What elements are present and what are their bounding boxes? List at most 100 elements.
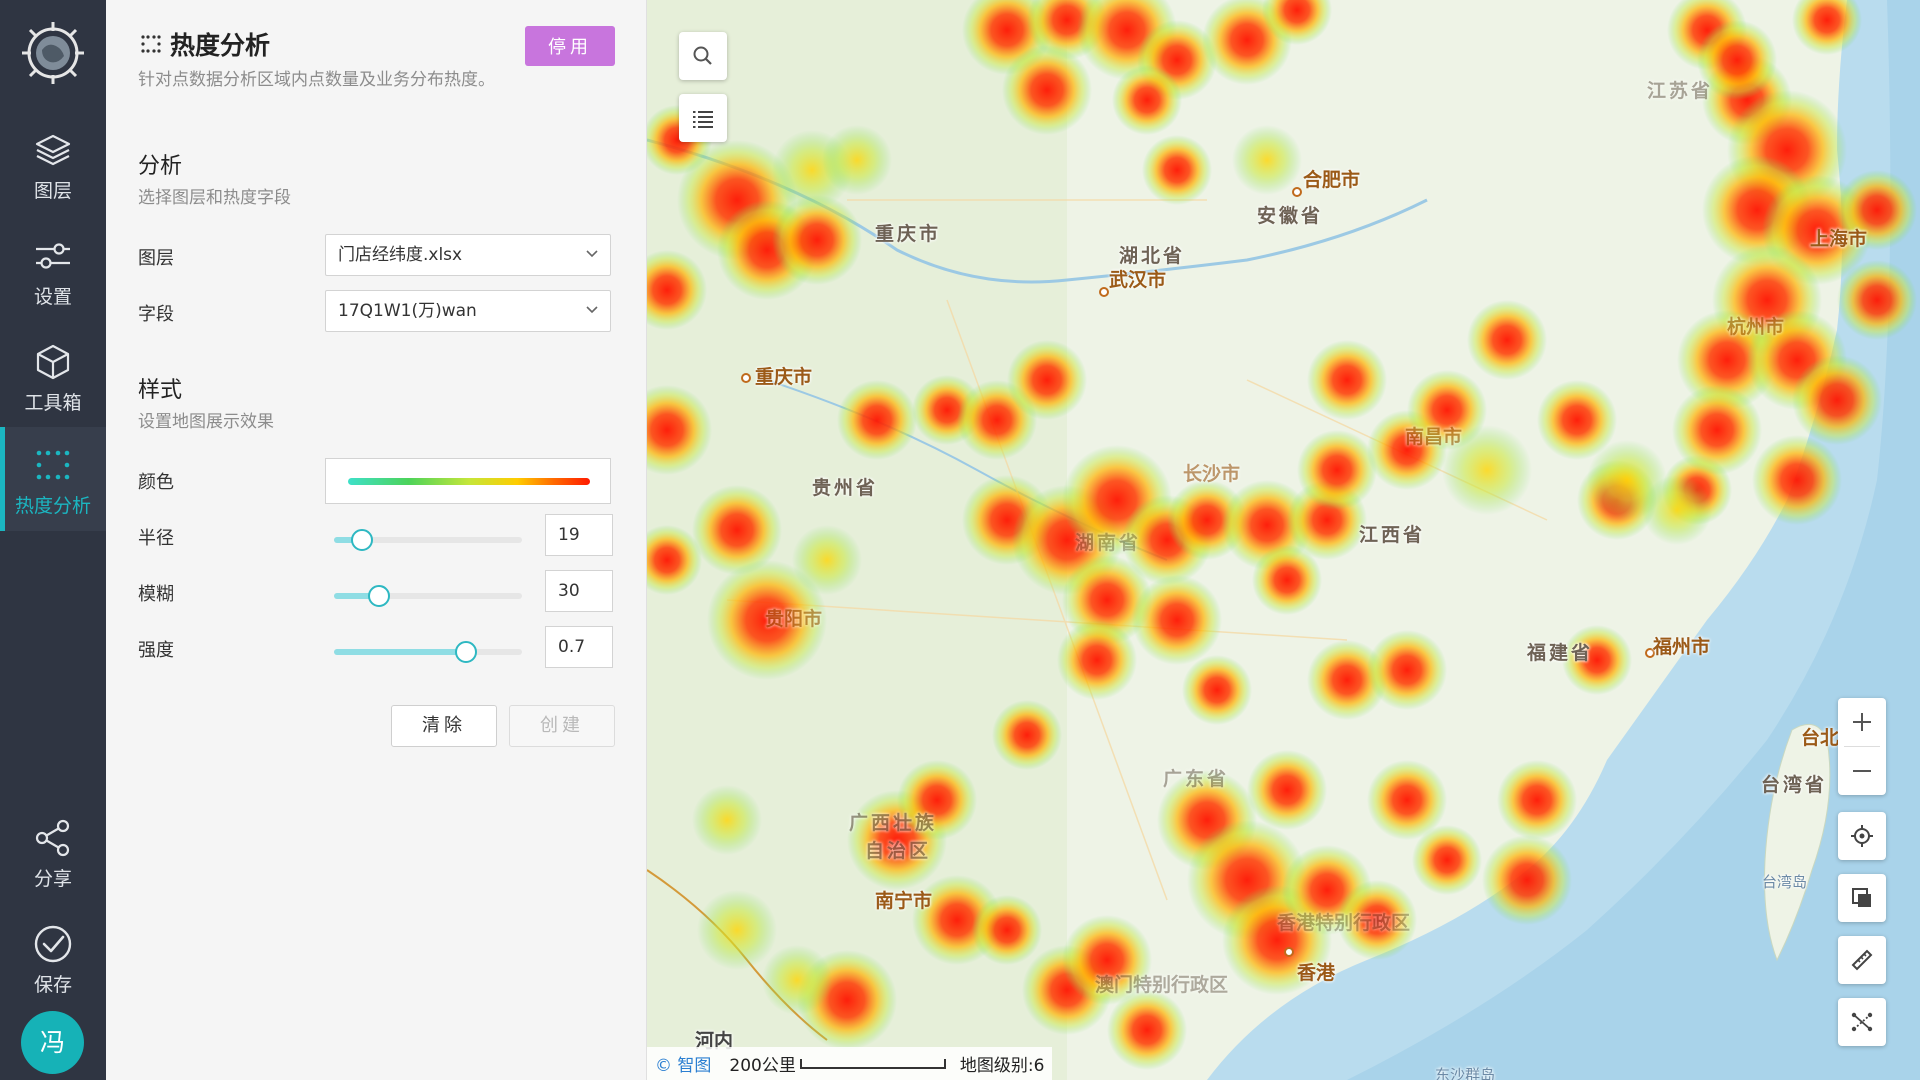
radius-slider[interactable]: [334, 529, 522, 551]
locate-button[interactable]: [1838, 812, 1886, 860]
attribution-text: 智图: [677, 1056, 712, 1076]
sidebar-item-settings[interactable]: 设置: [0, 218, 106, 322]
chevron-down-icon: [586, 250, 598, 258]
intensity-label: 强度: [138, 640, 174, 661]
zoom-level: 地图级别:6: [959, 1056, 1045, 1076]
panel-title-text: 热度分析: [170, 31, 271, 60]
zoom-control: [1838, 698, 1886, 795]
analysis-heading: 分析: [138, 154, 183, 179]
ruler-icon: [1851, 949, 1873, 971]
map-label: 澳门特别行政区: [1095, 974, 1229, 996]
panel-title: 热度分析: [140, 26, 270, 62]
sidebar-item-label: 图层: [33, 180, 72, 202]
blur-input[interactable]: 30: [545, 570, 613, 612]
layer-label: 图层: [138, 248, 174, 269]
map-label: 台北: [1801, 727, 1840, 749]
blur-label: 模糊: [138, 584, 174, 605]
route-button[interactable]: [1838, 998, 1886, 1046]
scale-bar: [799, 1058, 946, 1069]
zoom-in-button[interactable]: [1838, 698, 1886, 746]
scale-label: 200公里: [729, 1056, 796, 1076]
blur-slider[interactable]: [334, 585, 522, 607]
list-icon: [693, 111, 713, 128]
intensity-slider[interactable]: [334, 641, 522, 663]
map-label: 贵阳市: [765, 608, 823, 630]
map-label: 台湾岛: [1762, 873, 1808, 891]
slider-handle[interactable]: [351, 529, 373, 551]
field-select[interactable]: 17Q1W1(万)wan: [325, 290, 611, 332]
sidebar-item-share[interactable]: 分享: [0, 800, 106, 904]
locate-icon: [1851, 825, 1873, 847]
map-label: 福建省: [1527, 642, 1594, 664]
map-label: 武汉市: [1109, 269, 1167, 291]
slider-fill: [334, 649, 466, 655]
disable-button[interactable]: 停用: [525, 26, 615, 66]
sidebar-item-label: 设置: [33, 286, 72, 308]
map-label: 东沙群岛: [1435, 1066, 1496, 1080]
map-label: 湖南省: [1075, 532, 1142, 554]
zoom-out-button[interactable]: [1838, 747, 1886, 795]
map-label: 重庆市: [755, 366, 813, 388]
clear-button[interactable]: 清除: [391, 705, 497, 747]
map-statusbar: © 智图 200公里 地图级别:6: [647, 1047, 1053, 1080]
search-icon: [693, 46, 712, 65]
zoom-out-icon: [1853, 770, 1871, 772]
map-label: 南宁市: [875, 890, 933, 912]
sliders-icon: [36, 243, 70, 269]
sidebar-item-layers[interactable]: 图层: [0, 112, 106, 216]
globe-logo-icon[interactable]: [20, 20, 86, 86]
heat-analysis-panel: 热度分析 停用 针对点数据分析区域内点数量及业务分布热度。 分析 选择图层和热度…: [106, 0, 647, 1080]
check-circle-icon: [34, 925, 72, 963]
map-label: 江西省: [1359, 524, 1426, 546]
layer-switch-button[interactable]: [1838, 874, 1886, 922]
slider-handle[interactable]: [455, 641, 477, 663]
radius-input[interactable]: 19: [545, 514, 613, 556]
map-view[interactable]: 重庆市 湖北省 合肥市 安徽省 武汉市 上海市 江苏省 杭州市 重庆市 贵州省 …: [647, 0, 1920, 1080]
map-label: 合肥市: [1303, 169, 1361, 191]
map-label: 重庆市: [875, 223, 942, 245]
layer-select[interactable]: 门店经纬度.xlsx: [325, 234, 611, 276]
share-icon: [35, 819, 70, 857]
map-search-button[interactable]: [679, 32, 727, 80]
style-heading: 样式: [138, 378, 183, 403]
attribution[interactable]: © 智图: [655, 1051, 711, 1076]
panel-description: 针对点数据分析区域内点数量及业务分布热度。: [138, 70, 495, 90]
slider-handle[interactable]: [368, 585, 390, 607]
measure-button[interactable]: [1838, 936, 1886, 984]
color-gradient-bar: [348, 478, 590, 485]
cube-icon: [36, 344, 70, 380]
layer-select-value: 门店经纬度.xlsx: [338, 245, 463, 265]
map-label: 湖北省: [1119, 245, 1186, 267]
sidebar-item-label: 保存: [33, 974, 72, 996]
layers-icon: [35, 134, 71, 166]
map-label: 杭州市: [1727, 316, 1785, 338]
map-label: 广西壮族: [849, 812, 938, 834]
map-label: 自治区: [865, 840, 932, 862]
intensity-input[interactable]: 0.7: [545, 626, 613, 668]
map-label: 南昌市: [1405, 426, 1463, 448]
create-button[interactable]: 创建: [509, 705, 615, 747]
style-subheading: 设置地图展示效果: [138, 412, 274, 432]
color-label: 颜色: [138, 472, 174, 493]
map-label: 上海市: [1810, 228, 1868, 250]
icon-sidebar: 图层 设置 工具箱 热度分析 分享 保存 冯: [0, 0, 106, 1080]
map-label: 广东省: [1163, 768, 1230, 790]
sidebar-item-label: 分享: [33, 868, 72, 890]
map-label: 香港: [1297, 962, 1336, 984]
avatar[interactable]: 冯: [21, 1011, 84, 1074]
field-label: 字段: [138, 304, 174, 325]
analysis-subheading: 选择图层和热度字段: [138, 188, 291, 208]
map-label: 台湾省: [1761, 774, 1828, 796]
sidebar-item-heat-analysis[interactable]: 热度分析: [0, 427, 106, 531]
sidebar-item-save[interactable]: 保存: [0, 906, 106, 1010]
map-label: 安徽省: [1257, 205, 1324, 227]
color-gradient-picker[interactable]: [325, 458, 611, 504]
sidebar-item-label: 热度分析: [14, 495, 91, 517]
map-label: 福州市: [1653, 636, 1711, 658]
dots-grid-icon: [141, 35, 161, 53]
sidebar-item-toolbox[interactable]: 工具箱: [0, 324, 106, 428]
route-icon: [1851, 1012, 1873, 1032]
map-list-button[interactable]: [679, 94, 727, 142]
layers-switch-icon: [1852, 888, 1871, 907]
chevron-down-icon: [586, 306, 598, 314]
